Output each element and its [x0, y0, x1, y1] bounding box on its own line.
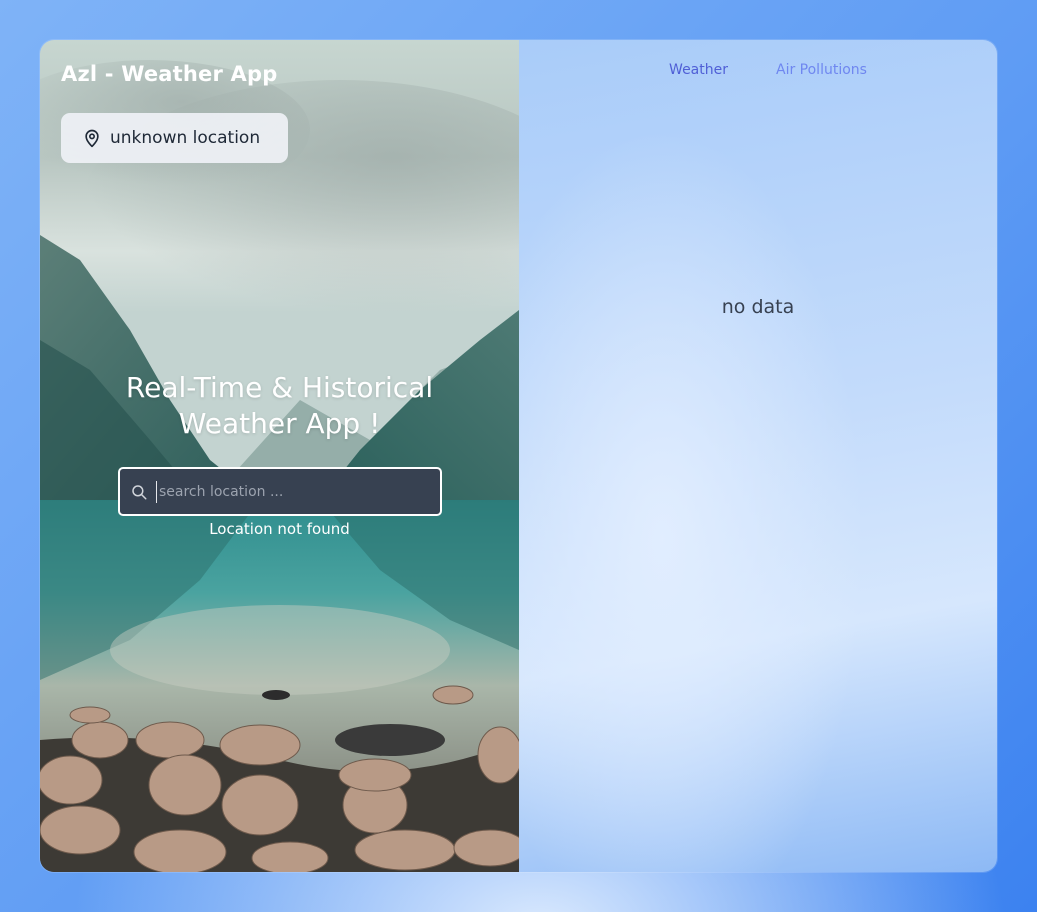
- empty-state-message: no data: [721, 296, 795, 318]
- search-input[interactable]: [156, 480, 440, 503]
- hero-heading: Real-Time & Historical Weather App !: [40, 370, 519, 442]
- current-location-label: unknown location: [110, 128, 261, 148]
- hero-line-2: Weather App !: [178, 407, 381, 440]
- right-panel: Weather Air Pollutions no data: [519, 40, 997, 872]
- tab-bar: Weather Air Pollutions: [519, 62, 997, 78]
- app-card: Azl - Weather App unknown location Real-…: [40, 40, 997, 872]
- search-icon: [132, 484, 147, 499]
- hero-line-1: Real-Time & Historical: [125, 371, 434, 404]
- tab-weather[interactable]: Weather: [669, 62, 728, 78]
- app-brand: Azl - Weather App: [61, 62, 278, 86]
- current-location-pill[interactable]: unknown location: [61, 113, 288, 163]
- map-pin-icon: [85, 129, 99, 148]
- lake-background-image: [40, 40, 519, 872]
- tab-air-pollutions[interactable]: Air Pollutions: [776, 62, 867, 78]
- search-box[interactable]: [118, 467, 442, 516]
- left-panel: Azl - Weather App unknown location Real-…: [40, 40, 519, 872]
- search-error-message: Location not found: [209, 520, 350, 538]
